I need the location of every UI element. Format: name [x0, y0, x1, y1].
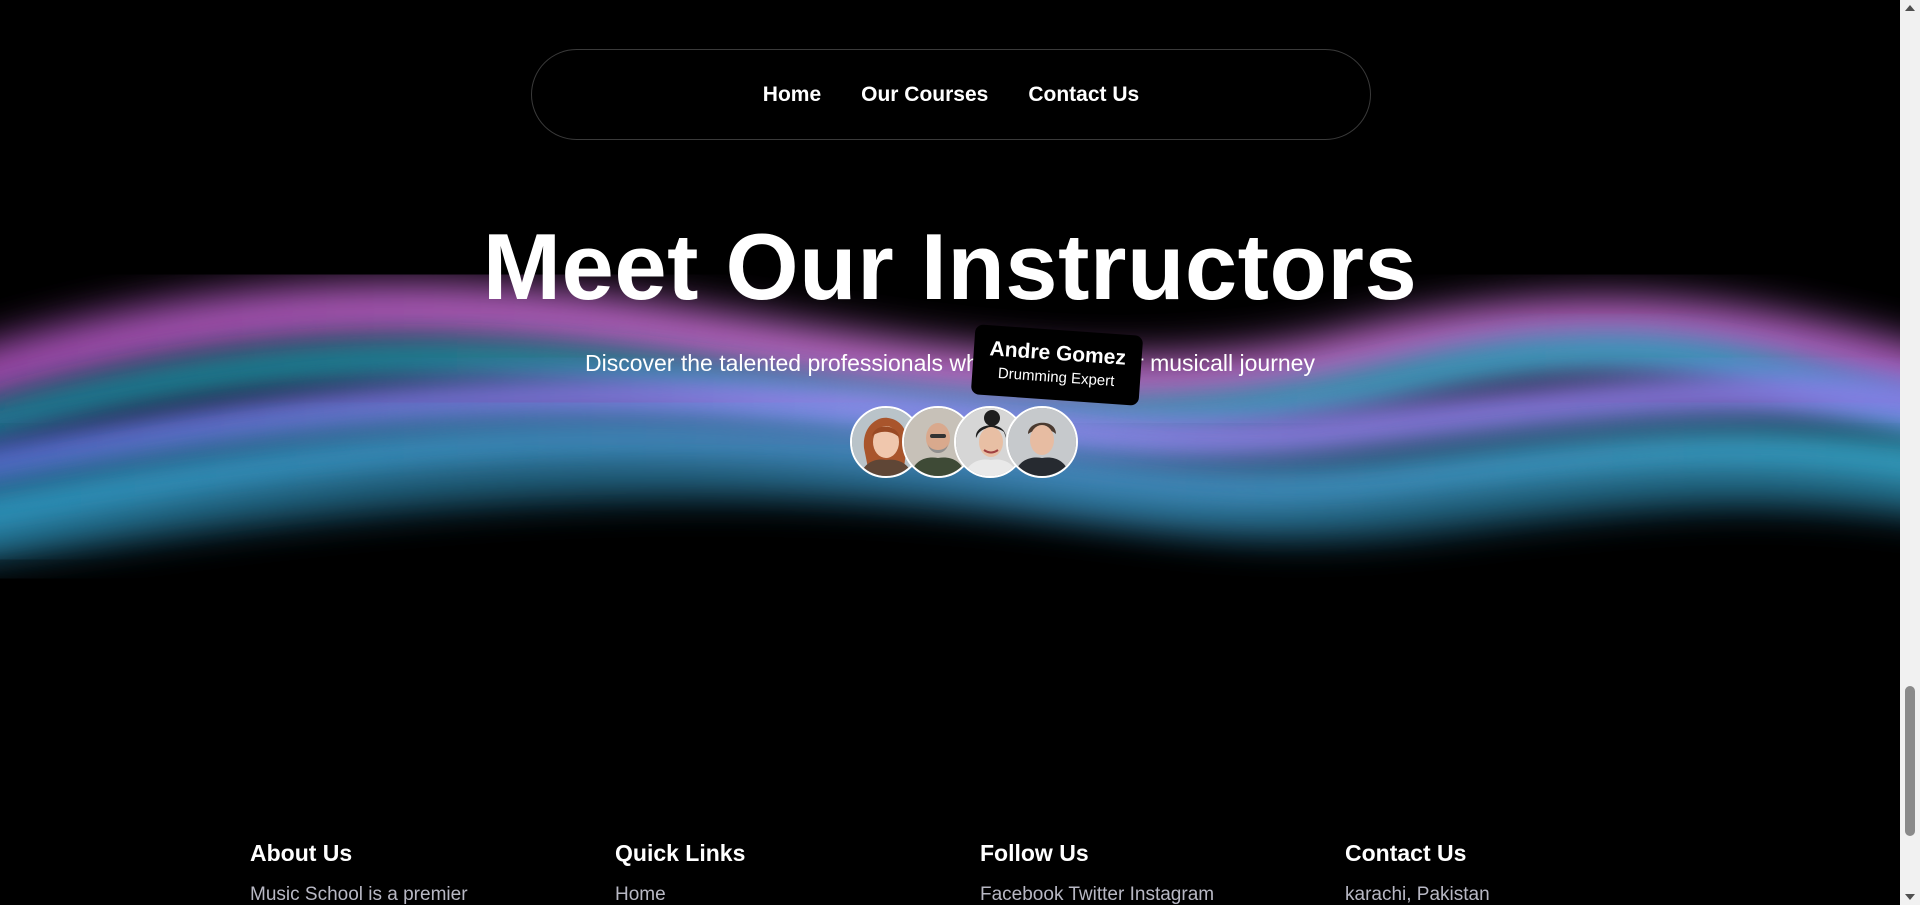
- site-footer: About Us Music School is a premier Quick…: [250, 840, 1710, 905]
- footer-quick-links: Quick Links Home: [615, 840, 980, 905]
- top-nav: Home Our Courses Contact Us: [531, 49, 1371, 140]
- scroll-up-arrow-icon[interactable]: [1905, 5, 1915, 11]
- footer-about: About Us Music School is a premier: [250, 840, 615, 905]
- nav-home[interactable]: Home: [763, 83, 821, 107]
- footer-about-text: Music School is a premier: [250, 884, 468, 905]
- instructor-portrait-4-icon: [1008, 408, 1076, 476]
- footer-links-heading: Quick Links: [615, 840, 746, 866]
- instructor-tooltip: Andre Gomez Drumming Expert: [970, 324, 1144, 406]
- page-subtitle: Discover the talented professionals who …: [585, 350, 1315, 376]
- footer-follow: Follow Us Facebook Twitter Instagram: [980, 840, 1345, 905]
- footer-social-links[interactable]: Facebook Twitter Instagram: [980, 884, 1345, 905]
- footer-contact-address: karachi, Pakistan: [1345, 884, 1490, 905]
- footer-link-home[interactable]: Home: [615, 884, 980, 905]
- page-title: Meet Our Instructors: [482, 214, 1418, 319]
- scroll-down-arrow-icon[interactable]: [1905, 894, 1915, 900]
- page: Home Our Courses Contact Us Meet Our Ins…: [0, 0, 1920, 905]
- footer-contact: Contact Us karachi, Pakistan: [1345, 840, 1710, 905]
- vertical-scrollbar[interactable]: [1900, 0, 1920, 905]
- nav-our-courses[interactable]: Our Courses: [861, 83, 988, 107]
- instructor-avatar-4[interactable]: [1006, 406, 1078, 478]
- footer-about-heading: About Us: [250, 840, 353, 866]
- instructor-avatars: [850, 406, 1078, 478]
- nav-contact-us[interactable]: Contact Us: [1028, 83, 1139, 107]
- scrollbar-thumb[interactable]: [1905, 686, 1915, 836]
- footer-contact-heading: Contact Us: [1345, 840, 1467, 866]
- footer-follow-heading: Follow Us: [980, 840, 1089, 866]
